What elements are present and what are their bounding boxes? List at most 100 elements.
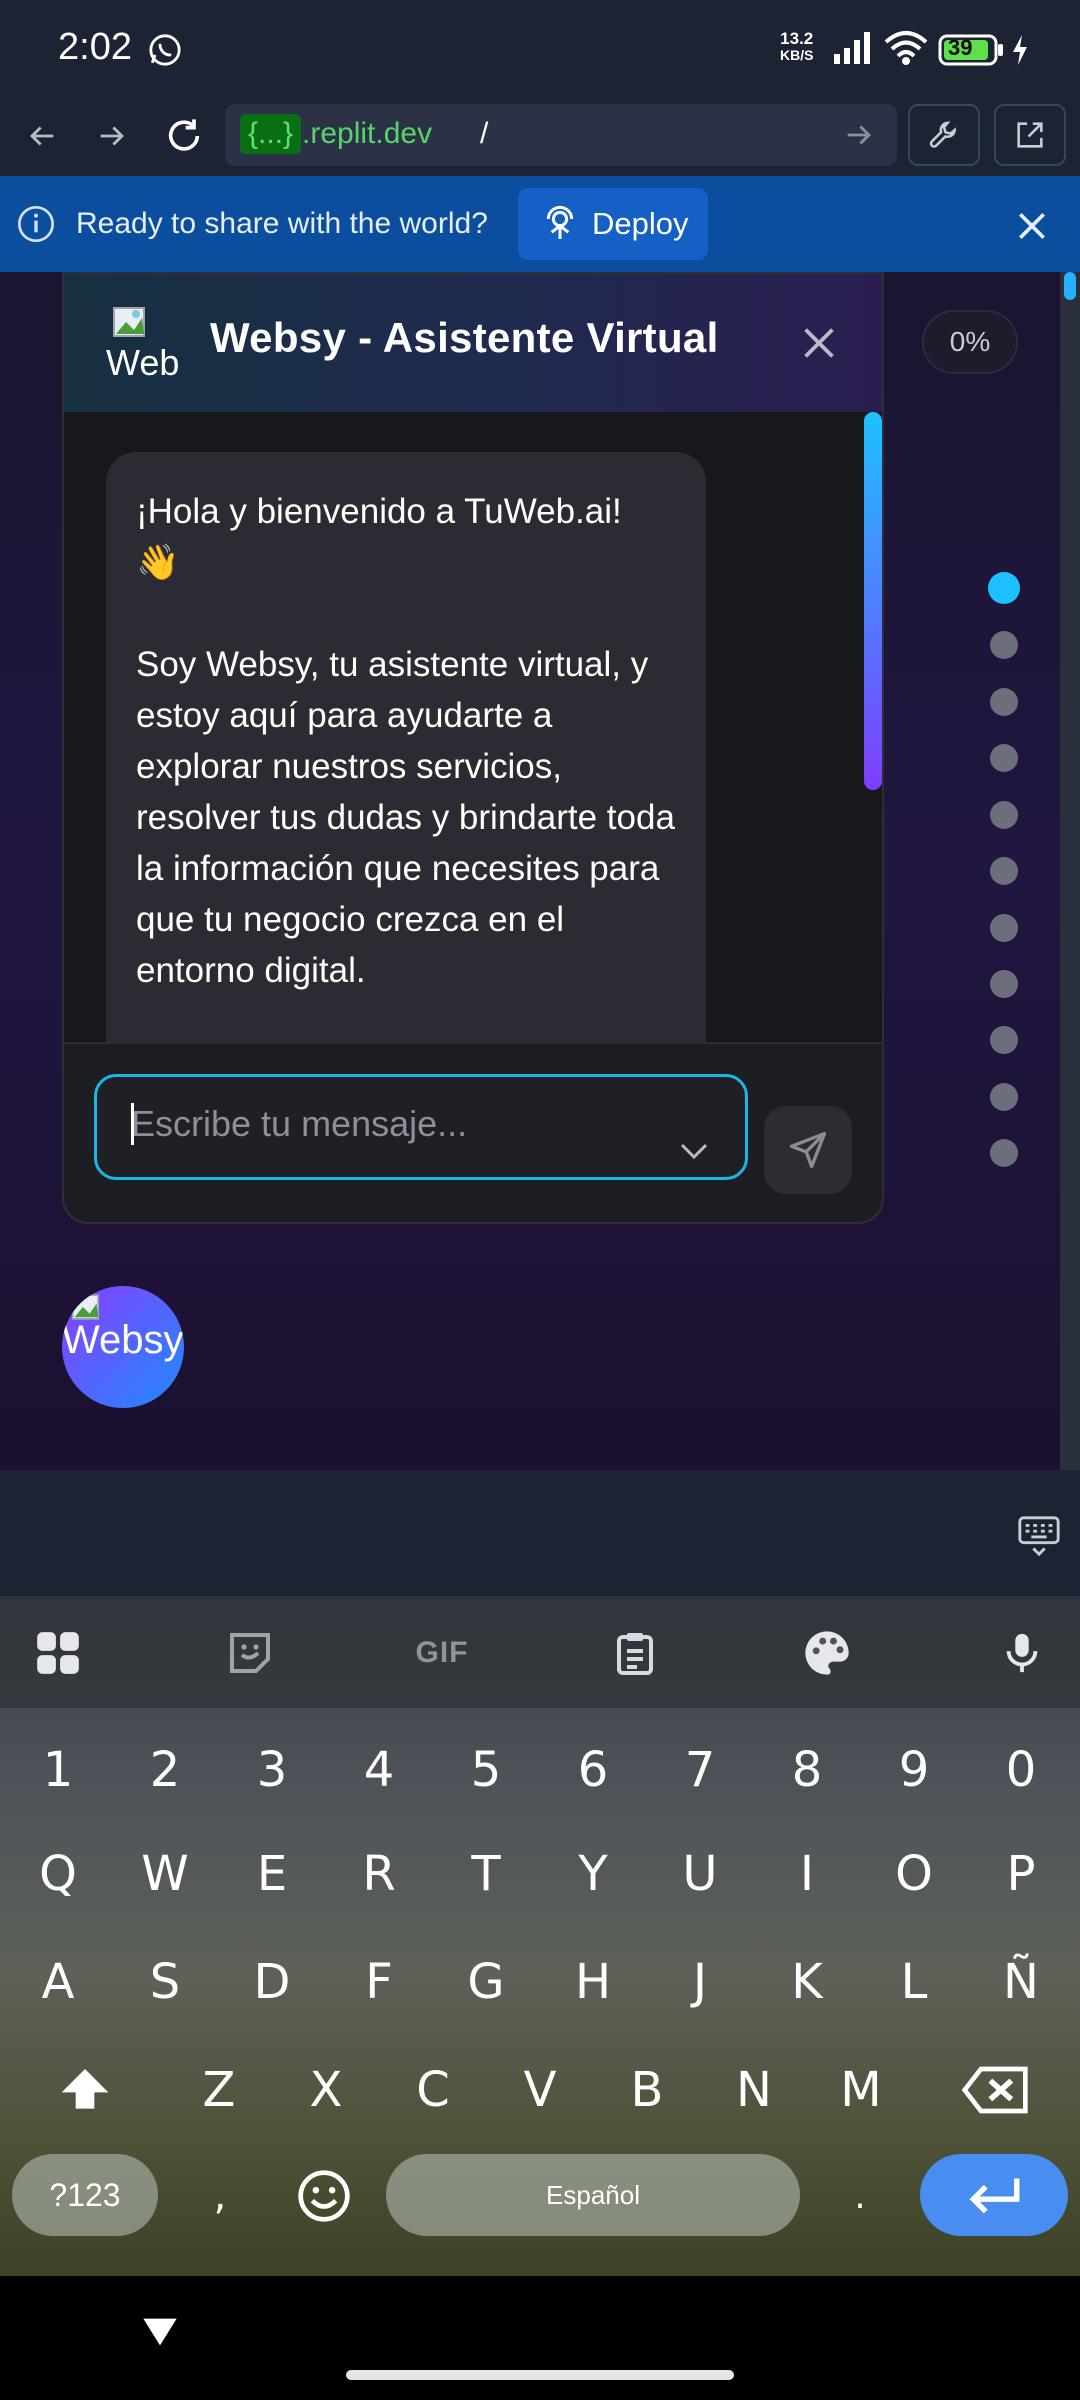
key-e[interactable]: E (218, 1826, 326, 1922)
clipboard-icon[interactable] (608, 1626, 662, 1680)
forward-button[interactable] (84, 112, 140, 160)
key-o[interactable]: O (860, 1826, 968, 1922)
key-5[interactable]: 5 (432, 1722, 540, 1818)
chat-message-input[interactable]: Escribe tu mensaje... (94, 1074, 748, 1180)
keyboard-collapse-icon[interactable] (140, 2312, 180, 2352)
key-n-tilde[interactable]: Ñ (967, 1934, 1075, 2030)
key-w[interactable]: W (111, 1826, 219, 1922)
key-1[interactable]: 1 (4, 1722, 112, 1818)
spacebar[interactable]: Español (386, 2154, 800, 2236)
section-dot[interactable] (990, 688, 1018, 716)
back-button[interactable] (14, 112, 70, 160)
chat-logo: Web (104, 302, 184, 382)
key-c[interactable]: C (379, 2042, 487, 2138)
open-new-tab-button[interactable] (994, 104, 1066, 166)
key-4[interactable]: 4 (325, 1722, 433, 1818)
keyboard-top-bar (0, 1472, 1080, 1596)
section-dot[interactable] (990, 744, 1018, 772)
comma-key[interactable]: , (170, 2148, 270, 2244)
section-dot[interactable] (988, 572, 1020, 604)
section-dot[interactable] (990, 914, 1018, 942)
key-6[interactable]: 6 (539, 1722, 647, 1818)
section-dot[interactable] (990, 1139, 1018, 1167)
key-m[interactable]: M (807, 2042, 915, 2138)
key-d[interactable]: D (218, 1934, 326, 2030)
arrow-left-icon (30, 126, 54, 146)
key-z[interactable]: Z (165, 2042, 273, 2138)
key-u[interactable]: U (646, 1826, 754, 1922)
backspace-key[interactable] (940, 2042, 1050, 2138)
key-8[interactable]: 8 (753, 1722, 861, 1818)
enter-icon (969, 2178, 1020, 2214)
reload-icon (168, 119, 200, 151)
period-key[interactable]: . (810, 2148, 910, 2244)
keyboard-hide-icon[interactable] (1016, 1512, 1062, 1558)
key-0[interactable]: 0 (967, 1722, 1075, 1818)
broken-image-icon (113, 307, 145, 337)
symbols-key[interactable]: ?123 (12, 2154, 158, 2236)
deploy-button[interactable]: Deploy (518, 188, 708, 260)
key-t[interactable]: T (432, 1826, 540, 1922)
page-scrollbar[interactable] (1060, 272, 1080, 1470)
key-b[interactable]: B (593, 2042, 701, 2138)
go-arrow-icon[interactable] (842, 118, 876, 152)
apps-grid-icon[interactable] (31, 1626, 85, 1680)
close-icon[interactable] (1012, 206, 1052, 246)
bot-message: ¡Hola y bienvenido a TuWeb.ai! 👋 Soy Web… (106, 452, 706, 1092)
chat-widget: Web Websy - Asistente Virtual ¡Hola y bi… (62, 272, 884, 1224)
info-icon (18, 206, 54, 242)
microphone-icon[interactable] (995, 1626, 1049, 1680)
emoji-key[interactable] (274, 2148, 374, 2244)
devtools-button[interactable] (908, 104, 980, 166)
battery-level: 39 (948, 35, 973, 60)
section-dot[interactable] (990, 1083, 1018, 1111)
key-3[interactable]: 3 (218, 1722, 326, 1818)
section-dot[interactable] (990, 631, 1018, 659)
section-dot[interactable] (990, 857, 1018, 885)
key-l[interactable]: L (860, 1934, 968, 2030)
key-f[interactable]: F (325, 1934, 433, 2030)
home-indicator[interactable] (346, 2370, 734, 2380)
key-2[interactable]: 2 (111, 1722, 219, 1818)
chat-header: Web Websy - Asistente Virtual (64, 274, 882, 412)
section-dot[interactable] (990, 970, 1018, 998)
reload-button[interactable] (156, 112, 212, 160)
chat-launcher-button[interactable]: Websy (62, 1286, 184, 1408)
key-i[interactable]: I (753, 1826, 861, 1922)
url-path: / (480, 117, 489, 150)
key-7[interactable]: 7 (646, 1722, 754, 1818)
url-prefix: {...} (240, 114, 302, 154)
deploy-icon (546, 205, 574, 239)
chevron-down-icon[interactable] (677, 1139, 711, 1163)
chat-scrollbar[interactable] (864, 412, 882, 790)
key-v[interactable]: V (486, 2042, 594, 2138)
chat-messages[interactable]: ¡Hola y bienvenido a TuWeb.ai! 👋 Soy Web… (64, 412, 882, 1092)
send-button[interactable] (764, 1106, 852, 1194)
enter-key[interactable] (920, 2154, 1068, 2236)
chat-logo-alt: Web (106, 342, 180, 382)
key-s[interactable]: S (111, 1934, 219, 2030)
gif-icon[interactable]: GIF (410, 1626, 474, 1680)
key-9[interactable]: 9 (860, 1722, 968, 1818)
arrow-right-icon (100, 126, 124, 146)
key-x[interactable]: X (272, 2042, 380, 2138)
banner-text: Ready to share with the world? (76, 207, 488, 240)
section-dot[interactable] (990, 801, 1018, 829)
sticker-icon[interactable] (223, 1626, 277, 1680)
section-dot[interactable] (990, 1026, 1018, 1054)
key-q[interactable]: Q (4, 1826, 112, 1922)
key-a[interactable]: A (4, 1934, 112, 2030)
key-j[interactable]: J (646, 1934, 754, 2030)
key-r[interactable]: R (325, 1826, 433, 1922)
key-p[interactable]: P (967, 1826, 1075, 1922)
key-g[interactable]: G (432, 1934, 540, 2030)
key-y[interactable]: Y (539, 1826, 647, 1922)
shift-key[interactable] (30, 2042, 140, 2138)
key-h[interactable]: H (539, 1934, 647, 2030)
key-k[interactable]: K (753, 1934, 861, 2030)
deploy-label: Deploy (592, 206, 689, 241)
page-scrollbar-thumb[interactable] (1064, 272, 1076, 300)
close-icon[interactable] (796, 320, 842, 366)
palette-icon[interactable] (800, 1626, 854, 1680)
key-n[interactable]: N (700, 2042, 808, 2138)
